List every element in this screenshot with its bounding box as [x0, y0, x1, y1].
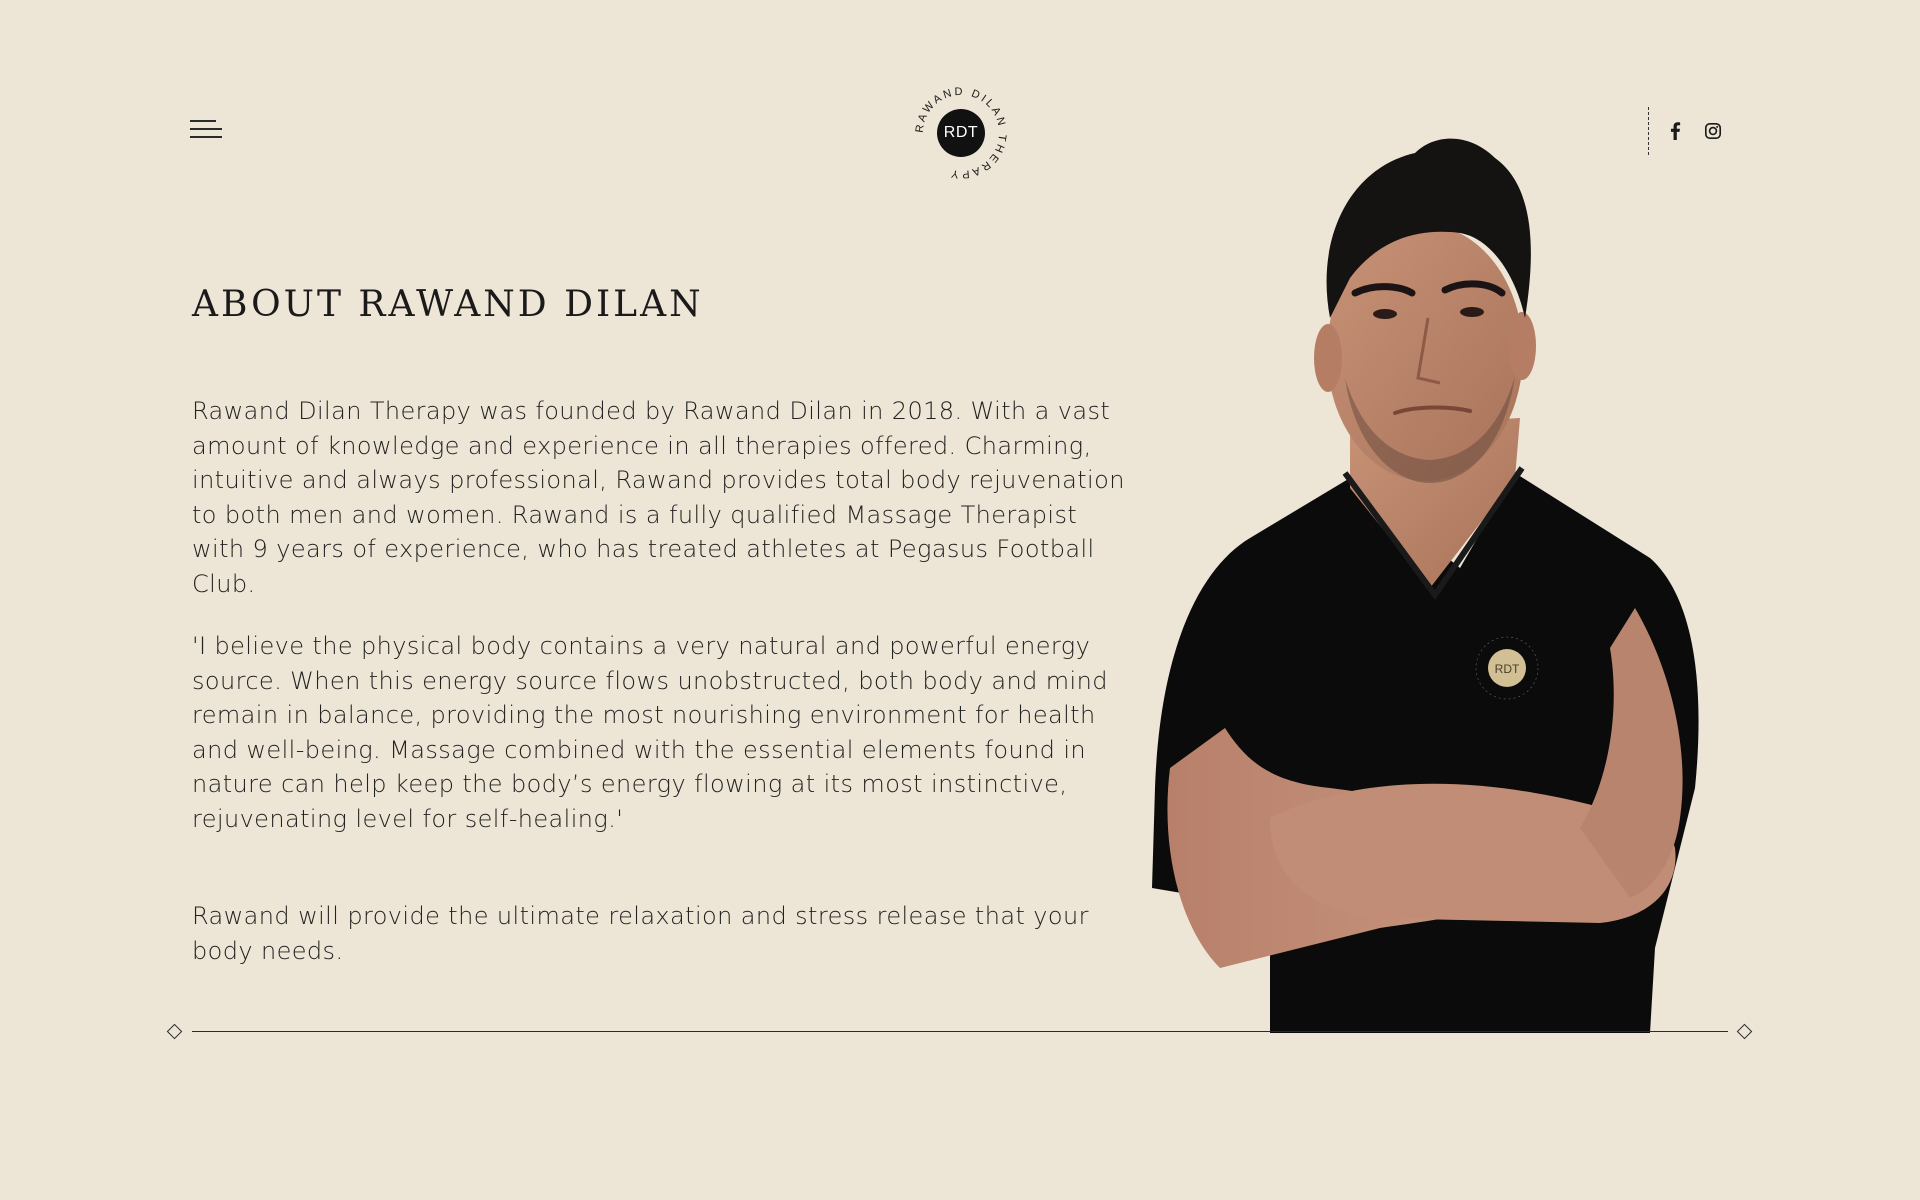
site-logo[interactable]: RAWAND DILAN THERAPY RDT — [913, 85, 1009, 181]
rule-right-diamond — [1736, 1023, 1753, 1040]
about-quote-paragraph: 'I believe the physical body contains a … — [192, 632, 1108, 833]
about-paragraph-3: Rawand will provide the ultimate relaxat… — [192, 902, 1089, 965]
section-divider — [192, 1031, 1728, 1032]
rule-left-diamond — [166, 1023, 183, 1040]
therapist-portrait-image: RDT — [1152, 138, 1699, 1033]
about-paragraph-1: Rawand Dilan Therapy was founded by Rawa… — [192, 397, 1125, 598]
menu-button[interactable] — [190, 114, 226, 144]
svg-text:RDT: RDT — [1495, 662, 1520, 676]
page-title: ABOUT RAWAND DILAN — [192, 284, 704, 325]
